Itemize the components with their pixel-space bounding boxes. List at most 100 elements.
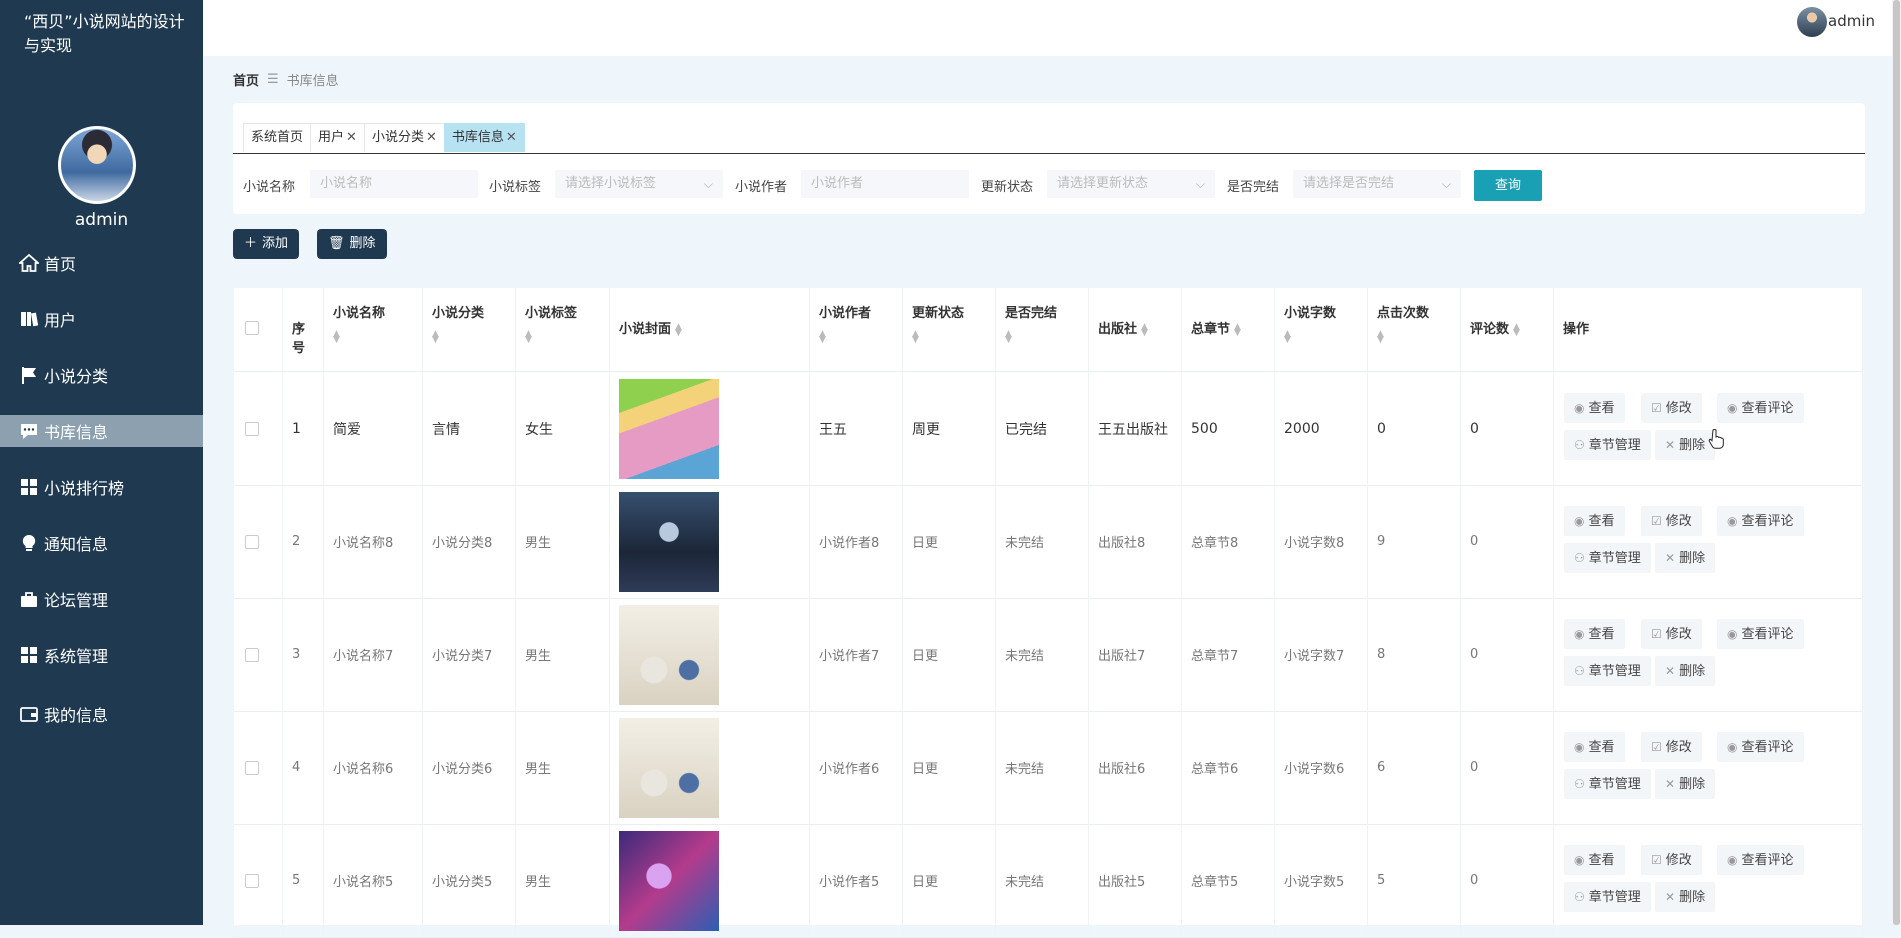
- edit-button[interactable]: ☑ 修改: [1641, 732, 1702, 762]
- sort-icon[interactable]: ▲ ▼: [1234, 322, 1241, 337]
- tab-1[interactable]: 用户 ✕: [310, 123, 365, 152]
- cover-image[interactable]: [619, 604, 719, 705]
- delete-row-button[interactable]: ✕ 删除: [1655, 656, 1716, 686]
- name-input[interactable]: 小说名称: [310, 170, 478, 198]
- sort-icon[interactable]: ▲ ▼: [525, 329, 532, 344]
- author-input[interactable]: 小说作者: [801, 170, 969, 198]
- sort-icon[interactable]: ▲ ▼: [1005, 329, 1012, 344]
- edit-button[interactable]: ☑ 修改: [1641, 393, 1702, 423]
- row-checkbox[interactable]: [245, 421, 259, 436]
- sort-icon[interactable]: ▲ ▼: [1284, 329, 1291, 344]
- sidebar-item-3[interactable]: 书库信息: [0, 415, 203, 447]
- column-header[interactable]: [234, 288, 283, 371]
- view-comments-button[interactable]: ◉ 查看评论: [1717, 506, 1804, 536]
- column-header[interactable]: 是否完结 ▲ ▼: [996, 288, 1089, 371]
- cell-text: 小说作者7: [819, 649, 880, 664]
- chapters-button[interactable]: ⚇ 章节管理: [1564, 543, 1651, 573]
- sort-icon[interactable]: ▲ ▼: [1377, 329, 1384, 344]
- sort-icon[interactable]: ▲ ▼: [1513, 322, 1520, 337]
- edit-button[interactable]: ☑ 修改: [1641, 506, 1702, 536]
- cell-text: 出版社7: [1098, 649, 1146, 664]
- sidebar-item-6[interactable]: 论坛管理: [0, 583, 203, 615]
- column-header[interactable]: 小说分类 ▲ ▼: [423, 288, 516, 371]
- cover-image[interactable]: [619, 830, 719, 931]
- cover-image[interactable]: [619, 491, 719, 592]
- column-header[interactable]: 更新状态 ▲ ▼: [903, 288, 996, 371]
- finished-select[interactable]: 请选择是否完结 ⌵: [1293, 170, 1461, 198]
- update-select[interactable]: 请选择更新状态 ⌵: [1047, 170, 1215, 198]
- cell-update: 日更: [903, 824, 996, 937]
- query-button[interactable]: 查询: [1474, 170, 1542, 201]
- scrollbar[interactable]: [1892, 0, 1901, 925]
- top-username[interactable]: admin: [1828, 12, 1875, 30]
- sidebar-item-4[interactable]: 小说排行榜: [0, 471, 203, 503]
- sort-icon[interactable]: ▲ ▼: [675, 322, 682, 337]
- column-header[interactable]: 小说封面 ▲ ▼: [610, 288, 810, 371]
- view-button[interactable]: ◉ 查看: [1564, 506, 1625, 536]
- sidebar-item-8[interactable]: 我的信息: [0, 698, 203, 730]
- tab-2[interactable]: 小说分类 ✕: [363, 123, 445, 152]
- avatar[interactable]: [58, 126, 136, 204]
- view-button[interactable]: ◉ 查看: [1564, 393, 1625, 423]
- sort-icon[interactable]: ▲ ▼: [333, 329, 340, 344]
- cover-image[interactable]: [619, 378, 719, 479]
- column-header[interactable]: 点击次数 ▲ ▼: [1368, 288, 1461, 371]
- row-checkbox[interactable]: [245, 873, 259, 888]
- sort-icon[interactable]: ▲ ▼: [819, 329, 826, 344]
- edit-button[interactable]: ☑ 修改: [1641, 619, 1702, 649]
- column-header[interactable]: 小说作者 ▲ ▼: [810, 288, 903, 371]
- sort-icon[interactable]: ▲ ▼: [1141, 322, 1148, 337]
- cell-finished: 已完结: [996, 372, 1089, 485]
- scrollbar-thumb[interactable]: [1893, 0, 1900, 925]
- view-comments-label: 查看评论: [1741, 740, 1794, 755]
- delete-row-button[interactable]: ✕ 删除: [1655, 769, 1716, 799]
- delete-row-button[interactable]: ✕ 删除: [1655, 543, 1716, 573]
- view-comments-button[interactable]: ◉ 查看评论: [1717, 619, 1804, 649]
- select-all-checkbox[interactable]: [245, 321, 259, 335]
- tag-select[interactable]: 请选择小说标签 ⌵: [555, 170, 723, 198]
- sidebar-item-0[interactable]: 首页: [0, 247, 203, 279]
- column-header[interactable]: 小说标签 ▲ ▼: [516, 288, 610, 371]
- row-checkbox[interactable]: [245, 647, 259, 662]
- cell-text: 4: [292, 760, 301, 775]
- view-comments-button[interactable]: ◉ 查看评论: [1717, 393, 1804, 423]
- row-select-cell: [234, 824, 283, 937]
- sidebar-item-7[interactable]: 系统管理: [0, 639, 203, 671]
- edit-button[interactable]: ☑ 修改: [1641, 845, 1702, 875]
- chapters-button[interactable]: ⚇ 章节管理: [1564, 430, 1651, 460]
- user-avatar[interactable]: [1797, 7, 1827, 37]
- view-button[interactable]: ◉ 查看: [1564, 732, 1625, 762]
- chapters-button[interactable]: ⚇ 章节管理: [1564, 769, 1651, 799]
- chapters-button[interactable]: ⚇ 章节管理: [1564, 882, 1651, 912]
- column-header[interactable]: 评论数 ▲ ▼: [1461, 288, 1554, 371]
- view-comments-button[interactable]: ◉ 查看评论: [1717, 732, 1804, 762]
- view-button[interactable]: ◉ 查看: [1564, 845, 1625, 875]
- delete-button[interactable]: 🗑 删除: [317, 229, 387, 259]
- column-header[interactable]: 总章节 ▲ ▼: [1182, 288, 1275, 371]
- close-icon[interactable]: ✕: [506, 130, 517, 145]
- chapters-button[interactable]: ⚇ 章节管理: [1564, 656, 1651, 686]
- column-header[interactable]: 小说字数 ▲ ▼: [1275, 288, 1368, 371]
- sidebar-item-5[interactable]: 通知信息: [0, 527, 203, 559]
- edit-icon: ☑: [1651, 627, 1662, 641]
- tab-label: 用户: [318, 130, 345, 145]
- close-icon[interactable]: ✕: [346, 130, 357, 145]
- sidebar-item-1[interactable]: 用户: [0, 303, 203, 335]
- row-checkbox[interactable]: [245, 760, 259, 775]
- sort-icon[interactable]: ▲ ▼: [912, 329, 919, 344]
- view-button[interactable]: ◉ 查看: [1564, 619, 1625, 649]
- tab-0[interactable]: 系统首页: [243, 123, 312, 152]
- add-button[interactable]: ＋ 添加: [233, 229, 300, 259]
- delete-row-button[interactable]: ✕ 删除: [1655, 882, 1716, 912]
- sort-icon[interactable]: ▲ ▼: [432, 329, 439, 344]
- sidebar-item-2[interactable]: 小说分类: [0, 359, 203, 391]
- row-checkbox[interactable]: [245, 534, 259, 549]
- cover-image[interactable]: [619, 717, 719, 818]
- tab-3[interactable]: 书库信息 ✕: [443, 123, 525, 152]
- view-comments-button[interactable]: ◉ 查看评论: [1717, 845, 1804, 875]
- close-icon[interactable]: ✕: [426, 130, 437, 145]
- column-header[interactable]: 出版社 ▲ ▼: [1089, 288, 1182, 371]
- column-header[interactable]: 小说名称 ▲ ▼: [324, 288, 423, 371]
- breadcrumb-home[interactable]: 首页: [233, 70, 259, 89]
- chevron-down-icon: ⌵: [1441, 177, 1451, 191]
